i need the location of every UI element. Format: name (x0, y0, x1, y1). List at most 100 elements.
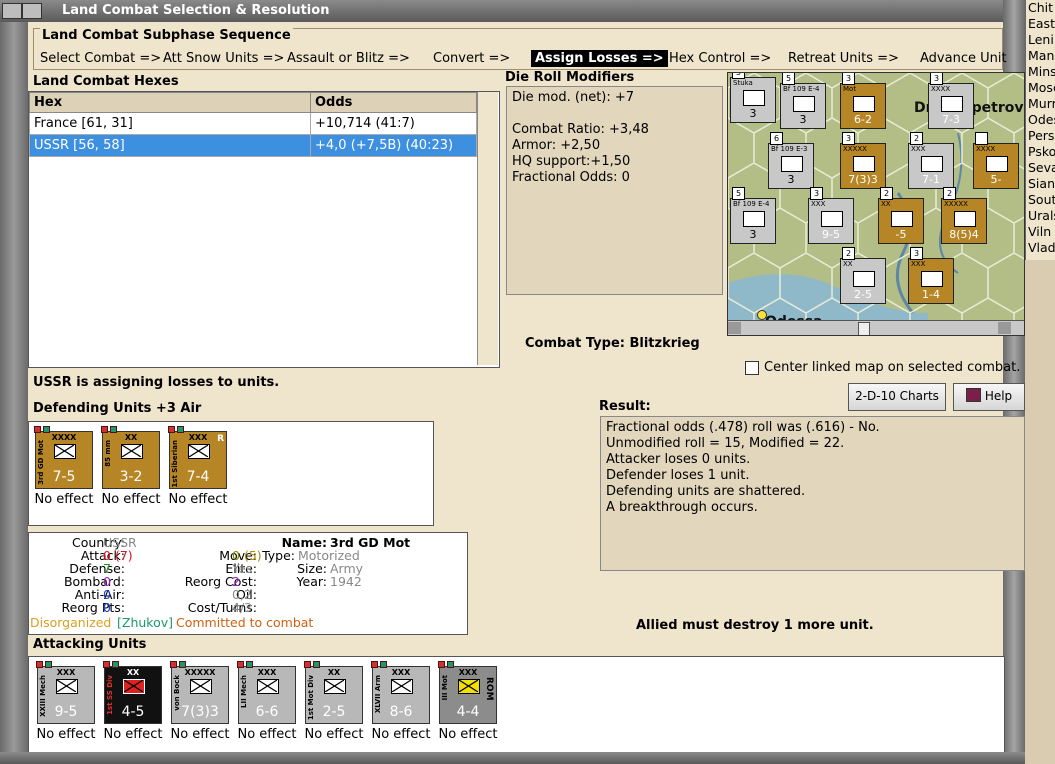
city-list-item[interactable]: Sian (1026, 176, 1055, 192)
col-hex-header[interactable]: Hex (29, 92, 311, 113)
center-map-checkbox[interactable] (745, 361, 759, 375)
city-list-item[interactable]: Sout (1026, 192, 1055, 208)
center-map-label[interactable]: Center linked map on selected combat. (764, 360, 1020, 375)
unit-counter[interactable]: XXX XXIII Mech 9-5 (37, 666, 95, 724)
city-list-item[interactable]: Man (1026, 48, 1055, 64)
map-counter-stack: 3 (842, 132, 855, 145)
city-list-item[interactable]: Vlad (1026, 240, 1055, 256)
map-unit-counter[interactable]: XXXX 5- (973, 132, 1019, 189)
charts-button[interactable]: 2-D-10 Charts (848, 383, 946, 411)
hexes-table: Hex Odds France [61, 31] +10,714 (41:7) … (29, 92, 477, 157)
unit-effect: No effect (371, 727, 431, 742)
hex-cell[interactable]: USSR [56, 58] (29, 134, 311, 157)
hex-cell[interactable]: France [61, 31] (29, 112, 311, 135)
map-unit-counter[interactable]: Mot 6-2 3 (840, 73, 886, 129)
table-row[interactable]: France [61, 31] +10,714 (41:7) (29, 112, 477, 135)
map-unit-counter[interactable]: Bf 109 E-4 3 5 (730, 187, 776, 244)
map-unit-counter[interactable]: Stuka 3 5 (730, 73, 776, 123)
drm-line: Fractional Odds: 0 (512, 170, 630, 185)
unit-strength: 7(3)3 (181, 704, 219, 720)
unit-type-icon (188, 444, 210, 459)
unit-counter[interactable]: XXXXX von Bock 7(3)3 (171, 666, 229, 724)
map-unit-counter[interactable]: XXXX 7-3 3 (928, 73, 974, 129)
map-counter-stack: 6 (770, 132, 783, 145)
unit-marker-icon (438, 661, 445, 668)
map-unit-counter[interactable]: XXX 7-1 2 (908, 132, 954, 189)
allied-message: Allied must destroy 1 more unit. (636, 618, 874, 633)
city-list-item[interactable]: Pers (1026, 128, 1055, 144)
scroll-right-icon[interactable] (998, 322, 1011, 334)
map-counter-value: -5 (895, 228, 907, 241)
result-line: Defender loses 1 unit. (606, 468, 750, 483)
unit-strength: 3-2 (119, 469, 143, 485)
city-list: ChitEastLeninManMinsMoscMurrOdesPersPsko… (1025, 0, 1055, 260)
map-counter-stack: 5 (732, 73, 745, 79)
unit-counter[interactable]: XXXX 3rd GD Mot 7-5 (35, 431, 93, 489)
map-unit-counter[interactable]: XX 2-5 2 (840, 247, 886, 304)
unit-effect: No effect (304, 727, 364, 742)
hexes-panel: Hex Odds France [61, 31] +10,714 (41:7) … (28, 91, 500, 368)
odds-cell[interactable]: +10,714 (41:7) (310, 112, 477, 135)
map-counter-stack: 3 (810, 187, 823, 200)
restore-icon[interactable] (22, 3, 42, 19)
step-advance-units[interactable]: Advance Unit (920, 51, 1007, 66)
city-list-item[interactable]: Viln (1026, 224, 1055, 240)
city-list-item[interactable]: Psko (1026, 144, 1055, 160)
drm-panel: Die mod. (net): +7 Combat Ratio: +3,48 A… (506, 86, 723, 295)
unit-counter[interactable]: XX 85 mm 3-2 (102, 431, 160, 489)
unit-counter[interactable]: XX 1st SS Div 4-5 (104, 666, 162, 724)
unit-counter[interactable]: XX 1st Mot Div 2-5 (305, 666, 363, 724)
map-unit-counter[interactable]: XXXXX 7(3)3 3 (840, 132, 886, 189)
city-list-item[interactable]: Murr (1026, 96, 1055, 112)
step-select-combat[interactable]: Select Combat => (40, 51, 161, 66)
map-unit-counter[interactable]: XXXXX 8(5)4 2 (941, 187, 987, 244)
unit-counter[interactable]: XXX LII Mech 6-6 (238, 666, 296, 724)
defending-title: Defending Units +3 Air (33, 401, 202, 416)
window-bottom-frame (0, 752, 1025, 764)
status-disorganized: Disorganized (30, 615, 112, 630)
step-assign-losses[interactable]: Assign Losses => (531, 50, 668, 67)
map-counter-label: XX (843, 260, 853, 268)
city-list-item[interactable]: Chit (1026, 0, 1055, 16)
city-list-item[interactable]: Odes (1026, 112, 1055, 128)
system-menu-icon[interactable] (2, 3, 22, 19)
step-hex-control[interactable]: Hex Control => (669, 51, 771, 66)
linked-map[interactable]: Dnepropetrovsk Odessa Stuka35Bf 109 E-43… (727, 72, 1025, 336)
unit-effect: No effect (168, 492, 228, 507)
unit-counter[interactable]: XXX XLVII Arm 8-6 (372, 666, 430, 724)
step-convert[interactable]: Convert => (433, 51, 510, 66)
unit-strength: 7-4 (186, 469, 210, 485)
table-row-selected[interactable]: USSR [56, 58] +4,0 (+7,5B) (40:23) (29, 134, 477, 157)
odds-cell[interactable]: +4,0 (+7,5B) (40:23) (310, 134, 477, 157)
unit-strength: 2-5 (322, 704, 346, 720)
step-assault-or-blitz[interactable]: Assault or Blitz => (287, 51, 410, 66)
city-list-item[interactable]: Mosc (1026, 80, 1055, 96)
city-list-item[interactable]: Seva (1026, 160, 1055, 176)
unit-marker-icon (179, 661, 186, 668)
map-hscrollbar[interactable] (728, 320, 1024, 335)
map-unit-counter[interactable]: Bf 109 E-4 3 5 (780, 73, 826, 129)
step-retreat-units[interactable]: Retreat Units => (788, 51, 899, 66)
step-att-snow-units[interactable]: Att Snow Units => (163, 51, 284, 66)
map-counter-stack: 2 (880, 187, 893, 200)
city-list-item[interactable]: Lenin (1026, 32, 1055, 48)
city-list-item[interactable]: Mins (1026, 64, 1055, 80)
result-lines: Fractional odds (.478) roll was (.616) -… (606, 420, 880, 516)
unit-badge: ROM (484, 677, 494, 701)
map-counter-value: 3 (749, 228, 757, 241)
drm-line: Combat Ratio: +3,48 (512, 122, 649, 137)
scroll-thumb[interactable] (858, 322, 870, 335)
map-unit-counter[interactable]: XXX 1-4 3 (908, 247, 954, 304)
map-unit-counter[interactable]: XXX 9-5 3 (808, 187, 854, 244)
city-list-item[interactable]: East (1026, 16, 1055, 32)
unit-counter[interactable]: XXX 1st Siberian 7-4 R (169, 431, 227, 489)
help-button[interactable]: Help (953, 383, 1025, 411)
help-book-icon (965, 388, 981, 402)
map-counter-stack: 3 (842, 73, 855, 85)
map-unit-counter[interactable]: XX -5 2 (878, 187, 924, 244)
unit-counter[interactable]: XXX III Mot 4-4 ROM (439, 666, 497, 724)
col-odds-header[interactable]: Odds (310, 92, 477, 113)
city-list-item[interactable]: Urals (1026, 208, 1055, 224)
map-unit-counter[interactable]: Bf 109 E-3 3 6 (768, 132, 814, 189)
scroll-left-icon[interactable] (728, 322, 741, 334)
